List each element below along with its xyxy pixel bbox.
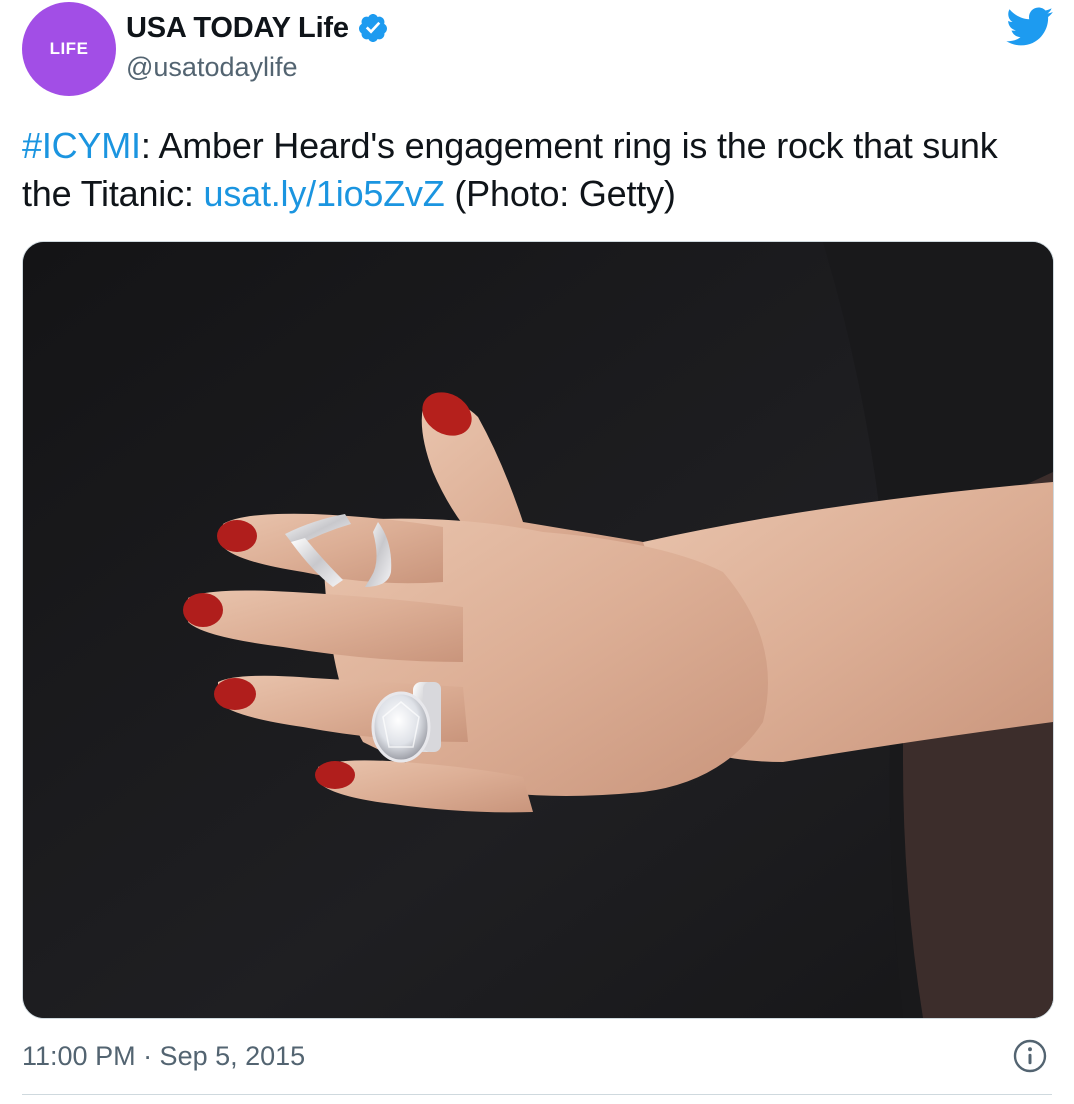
display-name-row: USA TODAY Life	[126, 8, 389, 48]
avatar[interactable]: LIFE	[22, 2, 116, 96]
user-handle[interactable]: @usatodaylife	[126, 52, 298, 83]
avatar-label: LIFE	[49, 39, 89, 58]
tweet-timestamp[interactable]: 11:00 PM · Sep 5, 2015	[22, 1041, 305, 1072]
display-name[interactable]: USA TODAY Life	[126, 12, 349, 45]
shortened-url-link[interactable]: usat.ly/1io5ZvZ	[204, 173, 445, 214]
hashtag-link[interactable]: #ICYMI	[22, 125, 141, 166]
tweet-photo[interactable]	[22, 241, 1054, 1019]
info-icon[interactable]	[1012, 1038, 1048, 1074]
photo-hand-with-rings	[23, 242, 1053, 1018]
tweet-text-part2: (Photo: Getty)	[444, 173, 676, 214]
tweet-text: #ICYMI: Amber Heard's engagement ring is…	[22, 122, 1032, 218]
footer-divider	[22, 1094, 1052, 1095]
tweet-meta-row: 11:00 PM · Sep 5, 2015	[22, 1036, 1052, 1076]
verified-badge-icon	[358, 14, 387, 42]
twitter-bird-icon[interactable]	[1004, 6, 1054, 47]
